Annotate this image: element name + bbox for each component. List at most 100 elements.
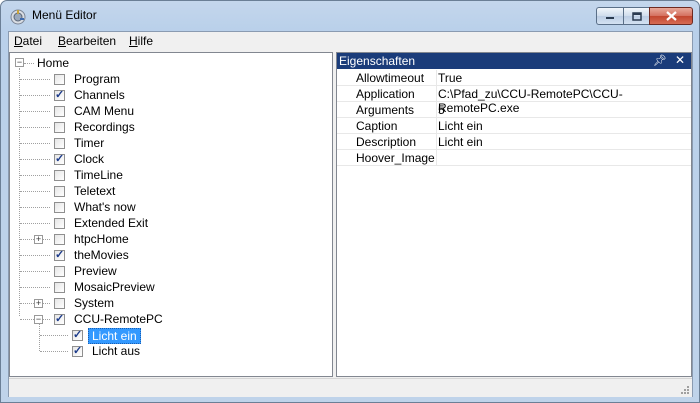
- tree-item-checkbox[interactable]: [54, 312, 65, 325]
- tree-line: [20, 159, 50, 160]
- properties-header: Eigenschaften 📌︎ ✕: [337, 53, 691, 69]
- tree-item-label[interactable]: htpcHome: [74, 232, 129, 246]
- app-icon: [10, 9, 26, 25]
- property-name: Caption: [356, 119, 398, 133]
- tree-line: [20, 175, 50, 176]
- tree-item-checkbox[interactable]: [54, 88, 65, 101]
- tree-item-label[interactable]: Teletext: [74, 184, 115, 198]
- tree-line: [20, 127, 50, 128]
- tree-item-checkbox[interactable]: [54, 266, 65, 277]
- column-divider[interactable]: [436, 70, 437, 86]
- property-row[interactable]: Description Licht ein: [337, 134, 691, 150]
- tree-line: [20, 223, 50, 224]
- column-divider[interactable]: [436, 102, 437, 118]
- tree-line: [19, 68, 20, 316]
- tree-item-label[interactable]: Channels: [74, 88, 125, 102]
- pin-icon[interactable]: 📌︎: [653, 54, 667, 67]
- tree-item-checkbox[interactable]: [54, 122, 65, 133]
- menu-bearbeiten[interactable]: Bearbeiten: [58, 34, 116, 48]
- expand-toggle-icon[interactable]: +: [34, 299, 43, 308]
- tree-line: [40, 335, 68, 336]
- status-bar: [9, 378, 692, 397]
- tree-child-checkbox[interactable]: [72, 344, 83, 357]
- tree-item-checkbox[interactable]: [54, 152, 65, 165]
- property-value[interactable]: Licht ein: [438, 119, 483, 133]
- column-divider[interactable]: [436, 86, 437, 102]
- tree-child-label[interactable]: Licht ein: [88, 328, 141, 344]
- tree-item-checkbox[interactable]: [54, 234, 65, 245]
- tree-child-checkbox[interactable]: [72, 328, 83, 341]
- maximize-button[interactable]: [623, 7, 649, 25]
- property-name: Hoover_Image: [356, 151, 435, 165]
- tree-item-checkbox[interactable]: [54, 248, 65, 261]
- tree-line: [20, 207, 50, 208]
- tree-item-checkbox[interactable]: [54, 202, 65, 213]
- resize-grip-icon[interactable]: [680, 385, 690, 395]
- tree-item-checkbox[interactable]: [54, 170, 65, 181]
- tree-item-checkbox[interactable]: [54, 106, 65, 117]
- tree-line: [40, 351, 68, 352]
- properties-panel: Eigenschaften 📌︎ ✕ Allowtimeout True Appli…: [336, 52, 692, 377]
- tree-line: [20, 111, 50, 112]
- tree-item-checkbox[interactable]: [54, 186, 65, 197]
- property-value[interactable]: True: [438, 71, 462, 85]
- tree-item-label[interactable]: MosaicPreview: [74, 280, 155, 294]
- tree-item-label[interactable]: CCU-RemotePC: [74, 312, 163, 326]
- maximize-icon: [631, 11, 642, 21]
- tree-item-checkbox[interactable]: [54, 138, 65, 149]
- tree-line: [20, 255, 50, 256]
- properties-title: Eigenschaften: [339, 54, 416, 68]
- panel-close-icon[interactable]: ✕: [675, 53, 685, 67]
- tree-item-label[interactable]: Timer: [74, 136, 104, 150]
- minimize-icon: [606, 17, 614, 19]
- property-name: Arguments: [356, 103, 415, 117]
- menu-hilfe[interactable]: Hilfe: [129, 34, 153, 48]
- caption-buttons: [596, 7, 693, 26]
- property-value[interactable]: Licht ein: [438, 135, 483, 149]
- property-name: Description: [356, 135, 417, 149]
- collapse-toggle-icon[interactable]: −: [15, 58, 24, 67]
- tree-item-label[interactable]: TimeLine: [74, 168, 123, 182]
- property-row[interactable]: Application C:\Pfad_zu\CCU-RemotePC\CCU-R…: [337, 86, 691, 115]
- tree-item-checkbox[interactable]: [54, 282, 65, 293]
- tree-item-checkbox[interactable]: [54, 298, 65, 309]
- tree-line: [20, 79, 50, 80]
- menu-tree-view[interactable]: − Home Program Channels CAM Menu Recordings Ti…: [9, 52, 333, 377]
- expand-toggle-icon[interactable]: +: [34, 235, 43, 244]
- tree-line: [20, 271, 50, 272]
- tree-item-label[interactable]: System: [74, 296, 114, 310]
- tree-item-label[interactable]: Preview: [74, 264, 117, 278]
- close-icon: [665, 11, 677, 21]
- menu-bar: Datei Bearbeiten Hilfe: [9, 32, 692, 51]
- property-row[interactable]: Caption Licht ein: [337, 118, 691, 134]
- menu-datei[interactable]: Datei: [14, 34, 42, 48]
- tree-item-label[interactable]: Extended Exit: [74, 216, 148, 230]
- tree-line: [24, 63, 34, 64]
- property-row[interactable]: Allowtimeout True: [337, 70, 691, 86]
- minimize-button[interactable]: [596, 7, 623, 25]
- tree-line: [20, 95, 50, 96]
- tree-item-label[interactable]: Recordings: [74, 120, 135, 134]
- property-row[interactable]: Hoover_Image: [337, 150, 691, 166]
- property-name: Application: [356, 87, 415, 101]
- tree-child-label[interactable]: Licht aus: [92, 344, 140, 358]
- property-row[interactable]: Arguments 5: [337, 102, 691, 118]
- tree-line: [20, 191, 50, 192]
- tree-root-label[interactable]: Home: [37, 56, 69, 70]
- title-bar[interactable]: Menü Editor: [1, 1, 699, 31]
- column-divider[interactable]: [436, 134, 437, 150]
- property-name: Allowtimeout: [356, 71, 425, 85]
- tree-line: [39, 323, 40, 351]
- column-divider[interactable]: [436, 150, 437, 166]
- close-button[interactable]: [649, 7, 693, 25]
- tree-item-label[interactable]: CAM Menu: [74, 104, 134, 118]
- tree-item-label[interactable]: Clock: [74, 152, 104, 166]
- tree-line: [20, 143, 50, 144]
- tree-item-label[interactable]: What's now: [74, 200, 136, 214]
- tree-item-label[interactable]: theMovies: [74, 248, 129, 262]
- column-divider[interactable]: [436, 118, 437, 134]
- tree-item-checkbox[interactable]: [54, 218, 65, 229]
- property-value[interactable]: 5: [438, 103, 445, 117]
- tree-item-label[interactable]: Program: [74, 72, 120, 86]
- tree-item-checkbox[interactable]: [54, 74, 65, 85]
